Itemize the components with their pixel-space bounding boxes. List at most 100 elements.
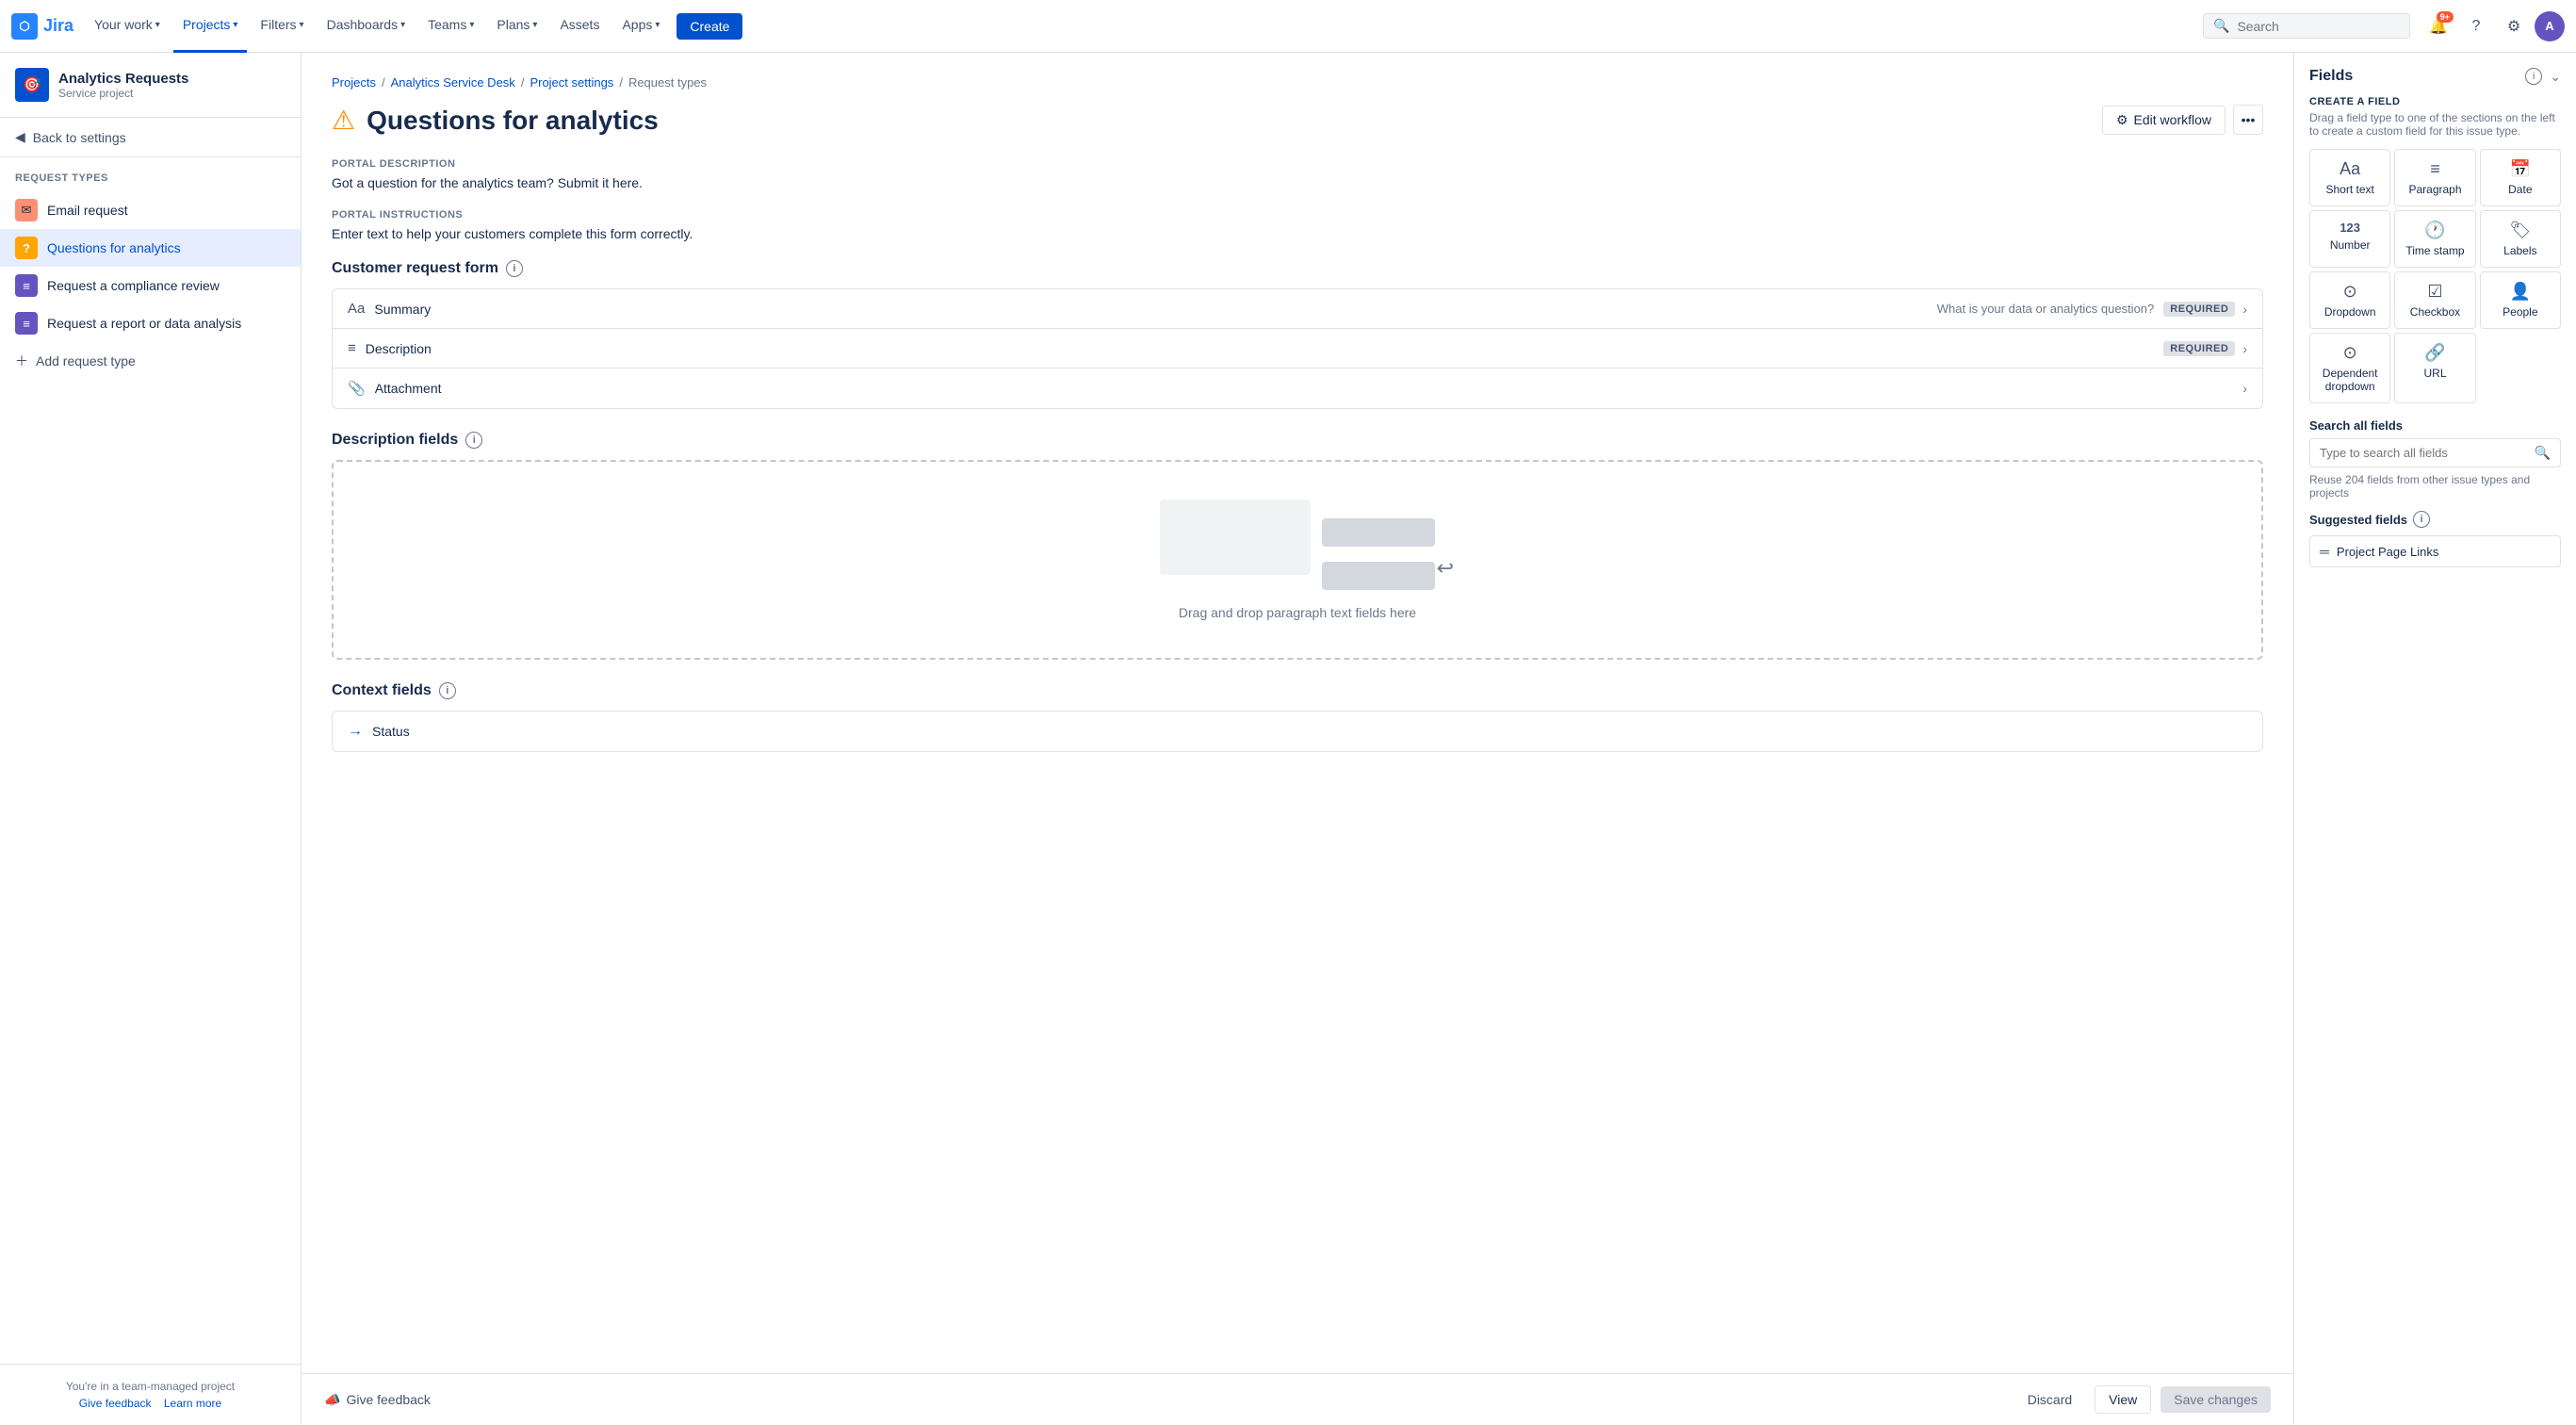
project-icon: 🎯 bbox=[15, 68, 49, 102]
field-type-dependent-dropdown[interactable]: ⊙ Dependent dropdown bbox=[2309, 333, 2390, 403]
nav-filters-chevron: ▾ bbox=[300, 20, 304, 30]
page-title: Questions for analytics bbox=[367, 106, 659, 136]
description-field-icon: ≡ bbox=[348, 340, 356, 356]
status-icon: → bbox=[348, 723, 363, 740]
customer-request-form-heading: Customer request form i bbox=[332, 260, 2263, 277]
sidebar-item-questions-analytics[interactable]: ? Questions for analytics bbox=[0, 229, 301, 267]
avatar[interactable]: A bbox=[2535, 11, 2565, 41]
field-type-dropdown[interactable]: ⊙ Dropdown bbox=[2309, 271, 2390, 329]
drop-placeholder-top bbox=[1322, 518, 1435, 547]
breadcrumb-service-desk[interactable]: Analytics Service Desk bbox=[391, 75, 515, 90]
suggested-field-project-page-links[interactable]: ═ Project Page Links bbox=[2309, 535, 2561, 567]
drop-arrow-icon: ↩ bbox=[1437, 556, 1454, 581]
fields-collapse-button[interactable]: ⌄ bbox=[2550, 69, 2561, 85]
edit-workflow-button[interactable]: ⚙ Edit workflow bbox=[2102, 106, 2225, 135]
report-analysis-label: Request a report or data analysis bbox=[47, 316, 241, 331]
nav-your-work[interactable]: Your work ▾ bbox=[85, 0, 170, 53]
topnav: ⬡ Jira Your work ▾ Projects ▾ Filters ▾ … bbox=[0, 0, 2576, 53]
url-icon: 🔗 bbox=[2424, 343, 2445, 363]
summary-field[interactable]: Aa Summary What is your data or analytic… bbox=[333, 289, 2262, 329]
jira-logo[interactable]: ⬡ Jira bbox=[11, 13, 73, 40]
suggested-info-icon[interactable]: i bbox=[2413, 511, 2430, 528]
summary-field-hint: What is your data or analytics question? bbox=[1937, 302, 2155, 316]
search-all-label: Search all fields bbox=[2309, 418, 2561, 433]
sidebar-item-compliance-review[interactable]: ≡ Request a compliance review bbox=[0, 267, 301, 304]
search-all-input-wrap[interactable]: 🔍 bbox=[2309, 438, 2561, 467]
context-fields-info-icon[interactable]: i bbox=[439, 682, 456, 699]
discard-button[interactable]: Discard bbox=[2014, 1386, 2085, 1413]
fields-title: Fields bbox=[2309, 68, 2353, 85]
questions-analytics-icon: ? bbox=[15, 237, 38, 259]
settings-button[interactable]: ⚙ bbox=[2497, 9, 2531, 43]
field-type-url[interactable]: 🔗 URL bbox=[2394, 333, 2475, 403]
drop-zone-placeholders bbox=[1160, 500, 1311, 575]
description-fields-info-icon[interactable]: i bbox=[465, 432, 482, 449]
nav-dashboards[interactable]: Dashboards ▾ bbox=[318, 0, 416, 53]
sidebar-item-email-request[interactable]: ✉ Email request bbox=[0, 191, 301, 229]
more-options-button[interactable]: ••• bbox=[2233, 105, 2263, 135]
help-button[interactable]: ? bbox=[2459, 9, 2493, 43]
nav-apps[interactable]: Apps ▾ bbox=[612, 0, 669, 53]
field-type-people[interactable]: 👤 People bbox=[2480, 271, 2561, 329]
back-label: Back to settings bbox=[33, 130, 126, 145]
number-icon: 123 bbox=[2340, 221, 2360, 235]
attachment-field-name: Attachment bbox=[375, 381, 2243, 396]
jira-logo-text: Jira bbox=[43, 16, 73, 36]
description-required-badge: REQUIRED bbox=[2163, 341, 2235, 356]
nav-filters[interactable]: Filters ▾ bbox=[251, 0, 313, 53]
field-type-timestamp[interactable]: 🕐 Time stamp bbox=[2394, 210, 2475, 268]
nav-teams[interactable]: Teams ▾ bbox=[418, 0, 483, 53]
portal-description-text: Got a question for the analytics team? S… bbox=[332, 175, 2263, 190]
breadcrumb-project-settings[interactable]: Project settings bbox=[530, 75, 613, 90]
create-button[interactable]: Create bbox=[677, 13, 742, 40]
breadcrumb-projects[interactable]: Projects bbox=[332, 75, 376, 90]
notifications-button[interactable]: 🔔 9+ bbox=[2421, 9, 2455, 43]
nav-projects[interactable]: Projects ▾ bbox=[173, 0, 248, 53]
customer-form-info-icon[interactable]: i bbox=[506, 260, 523, 277]
field-type-labels[interactable]: 🏷 Labels bbox=[2480, 210, 2561, 268]
drop-zone-with-cursor: ↩ bbox=[1322, 554, 1435, 590]
people-icon: 👤 bbox=[2510, 282, 2531, 302]
view-button[interactable]: View bbox=[2095, 1385, 2151, 1414]
back-icon: ◀ bbox=[15, 129, 25, 145]
field-type-date[interactable]: 📅 Date bbox=[2480, 149, 2561, 206]
learn-more-link[interactable]: Learn more bbox=[164, 1397, 221, 1410]
field-type-checkbox[interactable]: ☑ Checkbox bbox=[2394, 271, 2475, 329]
sidebar-item-report-analysis[interactable]: ≡ Request a report or data analysis bbox=[0, 304, 301, 342]
add-request-type[interactable]: ＋ Add request type bbox=[0, 342, 301, 380]
report-analysis-icon: ≡ bbox=[15, 312, 38, 335]
back-to-settings[interactable]: ◀ Back to settings bbox=[0, 118, 301, 157]
breadcrumb-sep-3: / bbox=[619, 75, 623, 90]
search-all-input[interactable] bbox=[2320, 446, 2529, 460]
give-feedback-link[interactable]: Give feedback bbox=[79, 1397, 152, 1410]
search-box[interactable]: 🔍 bbox=[2203, 13, 2410, 39]
status-context-field[interactable]: → Status bbox=[332, 711, 2263, 752]
nav-assets[interactable]: Assets bbox=[550, 0, 609, 53]
portal-instructions-label: Portal instructions bbox=[332, 209, 2263, 221]
more-icon: ••• bbox=[2242, 112, 2256, 127]
attachment-field[interactable]: 📎 Attachment › bbox=[333, 369, 2262, 408]
fields-info-icon[interactable]: i bbox=[2525, 68, 2542, 85]
project-info: Analytics Requests Service project bbox=[58, 71, 188, 100]
nav-plans[interactable]: Plans ▾ bbox=[487, 0, 546, 53]
field-types-grid: Aa Short text ≡ Paragraph 📅 Date 123 Num… bbox=[2309, 149, 2561, 403]
give-feedback-button[interactable]: 📣 Give feedback bbox=[324, 1392, 431, 1408]
field-type-paragraph[interactable]: ≡ Paragraph bbox=[2394, 149, 2475, 206]
description-fields-drop-zone[interactable]: ↩ Drag and drop paragraph text fields he… bbox=[332, 460, 2263, 660]
compliance-review-icon: ≡ bbox=[15, 274, 38, 297]
description-field[interactable]: ≡ Description REQUIRED › bbox=[333, 329, 2262, 369]
summary-field-name: Summary bbox=[374, 302, 1936, 317]
portal-description-label: Portal description bbox=[332, 158, 2263, 170]
sidebar: 🎯 Analytics Requests Service project ◀ B… bbox=[0, 53, 302, 1425]
dropdown-icon: ⊙ bbox=[2343, 282, 2357, 302]
save-changes-button[interactable]: Save changes bbox=[2160, 1386, 2271, 1413]
context-fields-heading: Context fields i bbox=[332, 682, 2263, 699]
paragraph-icon: ≡ bbox=[2430, 159, 2440, 179]
portal-instructions-section: Portal instructions Enter text to help y… bbox=[332, 209, 2263, 241]
search-input[interactable] bbox=[2237, 19, 2400, 34]
field-type-short-text[interactable]: Aa Short text bbox=[2309, 149, 2390, 206]
field-type-number[interactable]: 123 Number bbox=[2309, 210, 2390, 268]
summary-chevron-icon: › bbox=[2242, 302, 2247, 317]
bottom-bar: 📣 Give feedback Discard View Save change… bbox=[302, 1373, 2293, 1425]
description-field-name: Description bbox=[366, 341, 2155, 356]
